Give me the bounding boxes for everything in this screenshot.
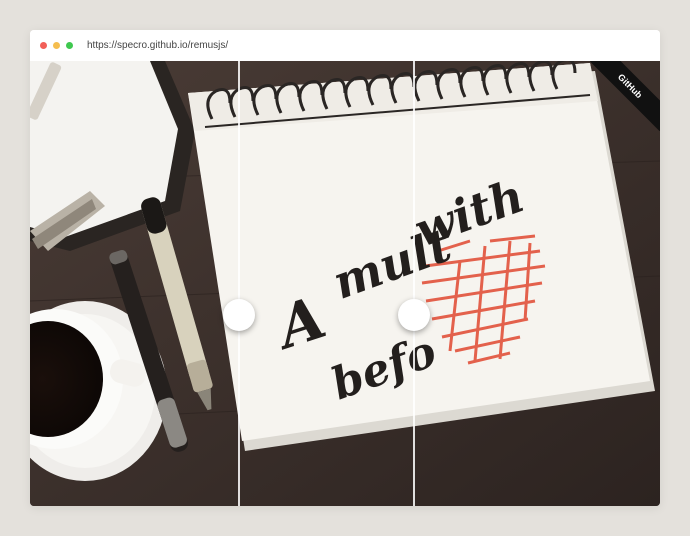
image-comparison-viewport[interactable]: A mult with befo GitHub	[30, 61, 660, 506]
comparison-handle-right[interactable]	[398, 299, 430, 331]
comparison-divider-right[interactable]	[413, 61, 415, 506]
comparison-divider-left[interactable]	[238, 61, 240, 506]
comparison-handle-left[interactable]	[223, 299, 255, 331]
github-ribbon-label[interactable]: GitHub	[590, 61, 660, 131]
notebook-photo: A mult with befo	[30, 61, 660, 506]
github-corner[interactable]: GitHub	[590, 61, 660, 131]
zoom-window-button[interactable]	[66, 42, 73, 49]
close-window-button[interactable]	[40, 42, 47, 49]
minimize-window-button[interactable]	[53, 42, 60, 49]
address-bar[interactable]: https://specro.github.io/remusjs/	[87, 40, 228, 51]
browser-window: https://specro.github.io/remusjs/ A mult…	[30, 30, 660, 506]
browser-toolbar: https://specro.github.io/remusjs/	[30, 30, 660, 61]
